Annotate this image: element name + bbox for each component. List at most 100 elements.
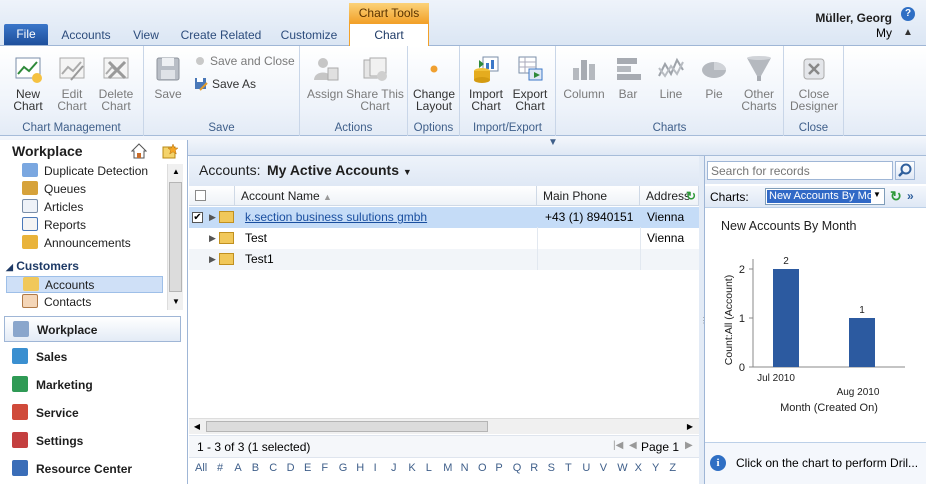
user-name[interactable]: Müller, Georg — [780, 11, 892, 25]
column-chart-button[interactable]: Column — [560, 54, 608, 100]
nav-articles[interactable]: Articles — [22, 199, 83, 216]
alpha-index-d[interactable]: D — [287, 462, 295, 474]
change-layout-button[interactable]: Change Layout — [410, 54, 458, 112]
alpha-index-j[interactable]: J — [391, 462, 397, 474]
alpha-index-b[interactable]: B — [252, 462, 259, 474]
nav-duplicate-detection[interactable]: Duplicate Detection — [22, 163, 148, 180]
alpha-index-k[interactable]: K — [408, 462, 415, 474]
alpha-index-hash[interactable]: # — [217, 462, 223, 474]
column-header-account-name[interactable]: Account Name ▲ — [235, 186, 537, 206]
export-chart-button[interactable]: Export Chart — [508, 54, 552, 112]
account-name-link[interactable]: Test1 — [245, 249, 274, 270]
alpha-index-a[interactable]: A — [234, 462, 241, 474]
pie-chart-button[interactable]: Pie — [694, 54, 734, 100]
alpha-index-p[interactable]: P — [495, 462, 502, 474]
import-chart-button[interactable]: Import Chart — [464, 54, 508, 112]
alpha-index-n[interactable]: N — [461, 462, 469, 474]
scroll-right-icon[interactable]: ▶ — [682, 419, 698, 435]
search-button[interactable] — [895, 161, 915, 180]
area-marketing-button[interactable]: Marketing — [4, 372, 181, 398]
view-selector[interactable]: My Active Accounts ▼ — [267, 162, 412, 178]
account-name-link[interactable]: Test — [245, 228, 267, 249]
first-page-icon[interactable]: |◀ — [613, 440, 623, 451]
nav-reports[interactable]: Reports — [22, 217, 86, 234]
alpha-index-r[interactable]: R — [530, 462, 538, 474]
alpha-index-all[interactable]: All — [195, 462, 207, 474]
nav-announcements[interactable]: Announcements — [22, 235, 131, 252]
expand-row-icon[interactable]: ▶ — [209, 249, 216, 270]
alpha-index-z[interactable]: Z — [669, 462, 676, 474]
tab-chart[interactable]: Chart — [349, 23, 429, 46]
save-and-close-button[interactable]: Save and Close — [196, 54, 295, 68]
grid-horizontal-scrollbar[interactable]: ◀ ▶ — [189, 418, 699, 434]
row-checkbox[interactable]: ✔ — [192, 212, 203, 223]
alpha-index-v[interactable]: V — [600, 462, 607, 474]
expand-row-icon[interactable]: ▶ — [209, 228, 216, 249]
alpha-index-l[interactable]: L — [426, 462, 432, 474]
area-service-button[interactable]: Service — [4, 400, 181, 426]
column-header-address[interactable]: Address ↻ — [640, 186, 699, 206]
account-name-link[interactable]: k.section business sulutions gmbh — [245, 207, 427, 228]
edit-chart-button[interactable]: Edit Chart — [50, 54, 94, 112]
favorites-icon[interactable] — [162, 143, 179, 159]
alpha-index-m[interactable]: M — [443, 462, 452, 474]
alpha-index-u[interactable]: U — [582, 462, 590, 474]
scroll-thumb[interactable] — [169, 182, 182, 292]
chart-selector-dropdown[interactable]: New Accounts By Month ▼ — [765, 188, 885, 205]
nav-scrollbar[interactable]: ▲ ▼ — [167, 164, 183, 310]
home-icon[interactable] — [130, 143, 148, 159]
refresh-icon[interactable]: ↻ — [686, 186, 696, 205]
scroll-down-icon[interactable]: ▼ — [168, 294, 184, 310]
table-row[interactable]: ▶ Test Vienna — [189, 228, 699, 249]
tab-file[interactable]: File — [4, 24, 48, 45]
other-charts-button[interactable]: Other Charts — [736, 54, 782, 112]
nav-accounts[interactable]: Accounts — [6, 276, 163, 293]
area-settings-button[interactable]: Settings — [4, 428, 181, 454]
select-all-checkbox[interactable] — [195, 190, 206, 201]
select-all-header[interactable] — [189, 186, 235, 206]
bar-chart-button[interactable]: Bar — [608, 54, 648, 100]
tab-create-related[interactable]: Create Related — [178, 25, 264, 45]
nav-contacts[interactable]: Contacts — [22, 294, 91, 310]
alpha-index-c[interactable]: C — [269, 462, 277, 474]
expand-pane-icon[interactable]: » — [907, 189, 914, 203]
table-row[interactable]: ✔ ▶ k.section business sulutions gmbh +4… — [189, 207, 699, 228]
tab-view[interactable]: View — [124, 25, 168, 45]
alpha-index-f[interactable]: F — [321, 462, 328, 474]
scroll-up-icon[interactable]: ▲ — [168, 164, 184, 180]
refresh-chart-icon[interactable]: ↻ — [890, 188, 902, 205]
section-customers[interactable]: ◢ Customers — [6, 259, 79, 273]
tab-accounts[interactable]: Accounts — [56, 25, 116, 45]
assign-button[interactable]: Assign — [304, 54, 346, 100]
area-resource-center-button[interactable]: Resource Center — [4, 456, 181, 482]
previous-page-icon[interactable]: ◀ — [629, 440, 637, 451]
tab-customize[interactable]: Customize — [276, 25, 342, 45]
alpha-index-o[interactable]: O — [478, 462, 487, 474]
alpha-index-y[interactable]: Y — [652, 462, 659, 474]
chevron-up-icon[interactable]: ▲ — [902, 27, 914, 39]
alpha-index-g[interactable]: G — [339, 462, 348, 474]
line-chart-button[interactable]: Line — [650, 54, 692, 100]
scroll-thumb[interactable] — [206, 421, 488, 432]
alpha-index-q[interactable]: Q — [513, 462, 522, 474]
save-button[interactable]: Save — [148, 54, 188, 100]
delete-chart-button[interactable]: Delete Chart — [94, 54, 138, 112]
alpha-index-w[interactable]: W — [617, 462, 627, 474]
chevron-down-icon[interactable]: ▼ — [548, 137, 558, 148]
next-page-icon[interactable]: ▶ — [685, 440, 693, 451]
alpha-index-s[interactable]: S — [548, 462, 555, 474]
alpha-index-i[interactable]: I — [374, 462, 377, 474]
table-row[interactable]: ▶ Test1 — [189, 249, 699, 270]
area-workplace-button[interactable]: Workplace — [4, 316, 181, 342]
share-chart-button[interactable]: Share This Chart — [346, 54, 404, 112]
alpha-index-t[interactable]: T — [565, 462, 572, 474]
close-designer-button[interactable]: Close Designer — [788, 54, 840, 112]
alpha-index-e[interactable]: E — [304, 462, 311, 474]
chart-canvas[interactable]: New Accounts By Month Count:All (Account… — [705, 209, 925, 427]
help-icon[interactable]: ? — [901, 7, 915, 21]
nav-queues[interactable]: Queues — [22, 181, 86, 198]
scroll-left-icon[interactable]: ◀ — [189, 419, 205, 435]
alpha-index-x[interactable]: X — [635, 462, 642, 474]
area-sales-button[interactable]: Sales — [4, 344, 181, 370]
expand-row-icon[interactable]: ▶ — [209, 207, 216, 228]
